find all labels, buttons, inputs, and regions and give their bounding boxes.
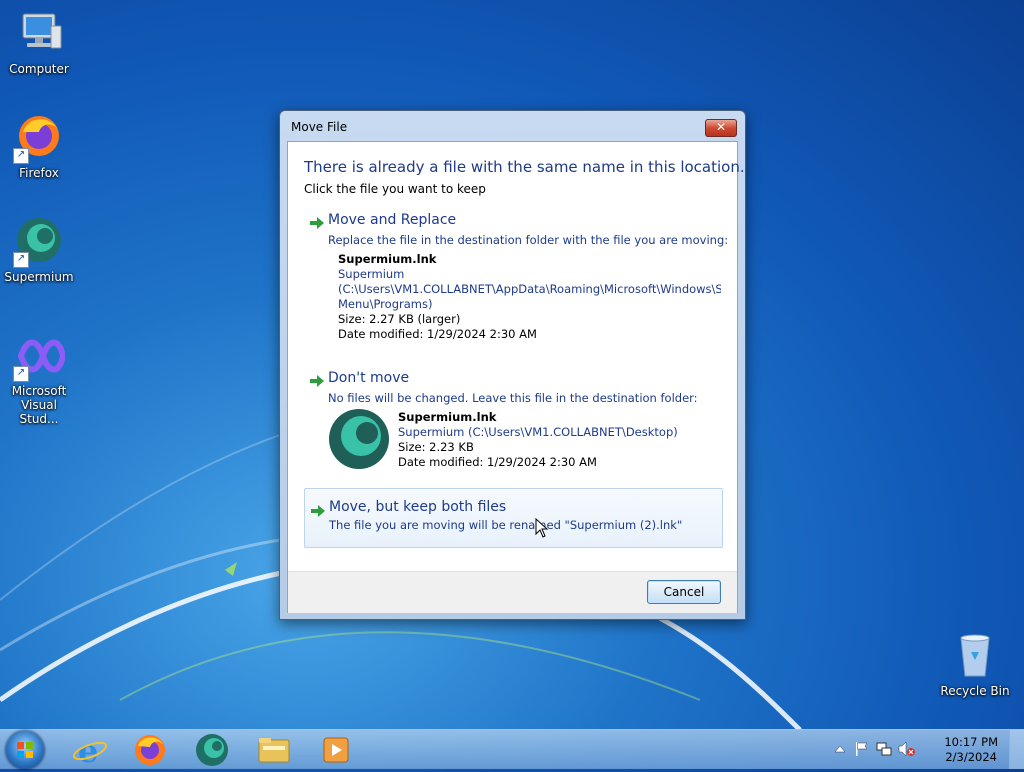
file-name: Supermium.lnk [338,252,437,266]
dialog-footer: Cancel [288,571,737,613]
network-icon[interactable] [876,741,892,757]
folder-icon [258,738,290,763]
shortcut-arrow-icon: ↗ [13,148,29,164]
shortcut-arrow-icon: ↗ [13,252,29,268]
taskbar-supermium[interactable] [188,732,236,768]
show-desktop-button[interactable] [1009,730,1024,769]
file-path: Menu\Programs) [338,297,433,311]
cancel-button[interactable]: Cancel [647,580,721,604]
firefox-icon: ↗ [13,112,65,164]
start-button[interactable] [6,731,44,769]
recycle-bin-icon [949,630,1001,682]
file-path: Supermium [338,267,405,281]
close-icon: ✕ [715,120,727,134]
firefox-icon [135,735,165,765]
desktop-icon-visual-studio[interactable]: ↗ Microsoft Visual Stud... [0,330,78,426]
taskbar: e 10:17 PM 2/3/2024 [0,729,1024,770]
option-description: The file you are moving will be renamed … [329,518,683,532]
clock-date: 2/3/2024 [945,750,997,764]
desktop-icon-firefox[interactable]: ↗ Firefox [0,112,78,180]
file-path: (C:\Users\VM1.COLLABNET\AppData\Roaming\… [338,282,721,296]
taskbar-firefox[interactable] [126,732,174,768]
file-path: Supermium (C:\Users\VM1.COLLABNET\Deskto… [398,425,678,439]
dialog-heading: There is already a file with the same na… [304,158,745,176]
dialog-title: Move File [291,120,348,134]
dialog-titlebar[interactable]: Move File ✕ [280,111,745,141]
green-arrow-icon [310,375,324,387]
clock[interactable]: 10:17 PM 2/3/2024 [944,735,998,765]
file-date: Date modified: 1/29/2024 2:30 AM [398,455,597,469]
desktop-icon-label: Supermium [4,270,74,284]
desktop-icon-label: Recycle Bin [940,684,1010,698]
desktop-icon-recycle-bin[interactable]: Recycle Bin [936,630,1014,698]
taskbar-file-explorer[interactable] [250,732,298,768]
supermium-file-icon [329,409,389,469]
file-details: Supermium.lnk Supermium (C:\Users\VM1.CO… [398,410,721,470]
option-title: Move, but keep both files [329,499,507,515]
option-dont-move[interactable]: Don't move No files will be changed. Lea… [304,370,721,480]
taskbar-internet-explorer[interactable]: e [66,732,114,770]
green-arrow-icon [310,217,324,229]
media-player-icon [323,737,349,763]
desktop-icon-computer[interactable]: Computer [0,8,78,76]
move-file-dialog: Move File ✕ There is already a file with… [279,110,746,620]
close-button[interactable]: ✕ [705,119,737,137]
file-size: Size: 2.27 KB (larger) [338,312,461,326]
clock-time: 10:17 PM [944,735,998,749]
option-description: Replace the file in the destination fold… [328,233,729,247]
option-move-and-replace[interactable]: Move and Replace Replace the file in the… [304,212,728,352]
dialog-content: There is already a file with the same na… [288,142,745,571]
mouse-cursor-icon [535,518,549,538]
windows-logo-icon [17,742,33,758]
option-title: Move and Replace [328,212,457,228]
computer-icon [13,8,65,60]
option-title: Don't move [328,370,410,386]
option-keep-both[interactable]: Move, but keep both files The file you a… [304,488,723,548]
desktop-icon-label: Firefox [19,166,59,180]
supermium-icon [196,734,228,766]
file-date: Date modified: 1/29/2024 2:30 AM [338,327,537,341]
shortcut-arrow-icon: ↗ [13,366,29,382]
action-center-flag-icon[interactable] [854,741,870,757]
visual-studio-icon: ↗ [13,330,67,382]
dialog-subheading: Click the file you want to keep [304,182,486,196]
file-size: Size: 2.23 KB [398,440,474,454]
green-arrow-icon [311,505,325,517]
system-tray: 10:17 PM 2/3/2024 [834,730,1024,769]
file-details: Supermium.lnk Supermium (C:\Users\VM1.CO… [338,252,721,342]
option-description: No files will be changed. Leave this fil… [328,391,698,405]
taskbar-media-player[interactable] [312,732,360,768]
internet-explorer-icon: e [72,732,108,770]
svg-text:e: e [78,732,98,768]
desktop-icon-label: Microsoft Visual Stud... [11,384,67,426]
supermium-icon: ↗ [13,216,65,268]
volume-muted-icon[interactable] [898,741,916,757]
show-hidden-icons-icon[interactable] [834,744,846,754]
desktop-icon-supermium[interactable]: ↗ Supermium [0,216,78,284]
dialog-client-area: There is already a file with the same na… [287,141,745,613]
file-name: Supermium.lnk [398,410,497,424]
desktop-icon-label: Computer [9,62,69,76]
